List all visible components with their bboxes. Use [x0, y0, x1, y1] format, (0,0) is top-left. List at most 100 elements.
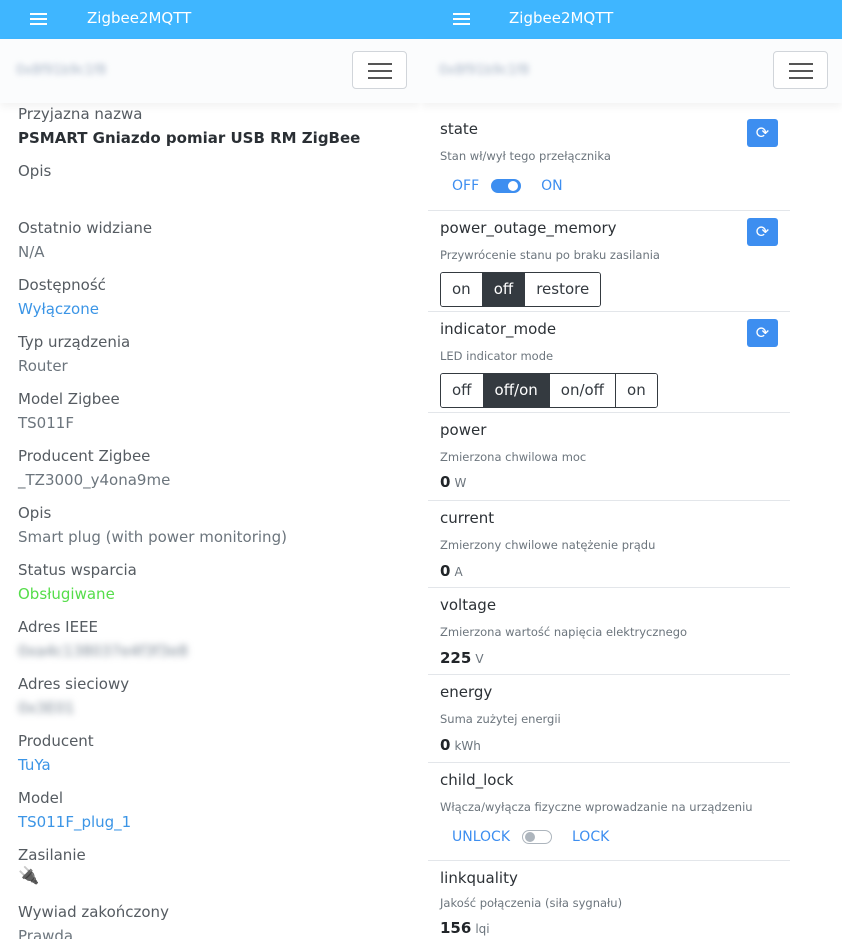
power-outage-memory-options: on off restore [440, 272, 602, 307]
info-label: Model [18, 789, 64, 807]
expose-description: Włącza/wyłącza fizyczne wprowadzanie na … [440, 800, 753, 814]
navbar-toggler-button[interactable] [352, 51, 407, 89]
info-item: Model Zigbee TS011F [18, 388, 411, 445]
app-title[interactable]: Zigbee2MQTT [509, 9, 613, 27]
value-unit: W [454, 476, 467, 490]
value-number: 225 [440, 649, 472, 667]
info-item: Status wsparcia Obsługiwane [18, 559, 411, 616]
exposes-list: state ⟳ Stan wł/wył tego przełącznika OF… [428, 112, 790, 939]
refresh-icon: ⟳ [755, 222, 770, 241]
expose-voltage: voltage Zmierzona wartość napięcia elekt… [428, 588, 790, 675]
info-label: Status wsparcia [18, 561, 137, 579]
value-number: 0 [440, 562, 451, 580]
info-label: Producent Zigbee [18, 447, 151, 465]
expose-name: power [440, 421, 487, 439]
expose-linkquality: linkquality Jakość połączenia (siła sygn… [428, 861, 790, 939]
option-on[interactable]: on [441, 273, 483, 306]
info-value: Smart plug (with power monitoring) [18, 528, 287, 546]
info-item: Dostępność Wyłączone [18, 274, 411, 331]
expose-state: state ⟳ Stan wł/wył tego przełącznika OF… [428, 112, 790, 211]
expose-description: Suma zużytej energii [440, 712, 561, 726]
toggle-switch[interactable] [522, 830, 552, 844]
expose-energy: energy Suma zużytej energii 0 kWh [428, 675, 790, 763]
device-info-list: Przyjazna nazwa PSMART Gniazdo pomiar USB… [18, 103, 411, 939]
info-value: PSMART Gniazdo pomiar USB RM ZigBee [18, 129, 361, 147]
expose-description: Jakość połączenia (siła sygnału) [440, 896, 623, 910]
expose-value: 0W [440, 473, 466, 491]
value-unit: V [475, 652, 484, 666]
info-item: Opis [18, 160, 411, 217]
switch-off-label[interactable]: UNLOCK [452, 829, 510, 845]
expose-name: indicator_mode [440, 320, 557, 338]
top-navbar: Zigbee2MQTT [0, 0, 421, 39]
info-label: Ostatnio widziane [18, 219, 153, 237]
value-unit: A [454, 565, 463, 579]
info-item: Producent TuYa [18, 730, 411, 787]
info-value[interactable]: TuYa [18, 756, 51, 774]
refresh-icon: ⟳ [755, 123, 770, 142]
info-item: Ostatnio widziane N/A [18, 217, 411, 274]
value-unit: kWh [454, 739, 481, 753]
refresh-button[interactable]: ⟳ [747, 119, 778, 147]
child-lock-switch[interactable]: UNLOCK LOCK [452, 829, 609, 845]
switch-off-label[interactable]: OFF [452, 178, 479, 194]
option-on[interactable]: on [616, 374, 657, 407]
info-value: Prawda [18, 927, 74, 939]
option-on-off[interactable]: on/off [549, 374, 617, 407]
expose-description: Zmierzony chwilowe natężenie prądu [440, 538, 656, 552]
expose-description: Zmierzona chwilowa moc [440, 450, 587, 464]
toggle-knob [525, 832, 535, 842]
switch-on-label[interactable]: ON [541, 178, 563, 194]
device-header-name: 0x8f91b9c1f8 [439, 63, 530, 78]
expose-value: 156 lqi [440, 919, 490, 937]
value-number: 0 [440, 736, 451, 754]
menu-icon[interactable] [30, 13, 47, 25]
info-value: Router [18, 357, 68, 375]
indicator-mode-options: off off/on on/off on [440, 373, 658, 408]
info-item: Adres sieciowy 0x3E01 [18, 673, 411, 730]
info-label: Adres IEEE [18, 618, 99, 636]
power-plug-icon: 🔌 [18, 866, 40, 886]
toggle-knob [508, 181, 519, 191]
info-value: 0x3E01 [18, 699, 75, 717]
info-label: Opis [18, 162, 52, 180]
expose-description: Zmierzona wartość napięcia elektrycznego [440, 625, 688, 639]
expose-child-lock: child_lock Włącza/wyłącza fizyczne wprow… [428, 763, 790, 861]
toggle-switch[interactable] [491, 179, 522, 193]
info-value[interactable]: Wyłączone [18, 300, 99, 318]
device-header-bar: 0x8f91b9c1f8 [0, 39, 421, 103]
info-label: Producent [18, 732, 94, 750]
expose-current: current Zmierzony chwilowe natężenie prą… [428, 501, 790, 588]
navbar-toggler-button[interactable] [773, 51, 828, 89]
menu-icon[interactable] [453, 13, 470, 25]
info-label: Model Zigbee [18, 390, 120, 408]
info-item: Typ urządzenia Router [18, 331, 411, 388]
device-exposes-panel: Zigbee2MQTT 0x8f91b9c1f8 state ⟳ Stan wł… [421, 0, 842, 939]
app-title[interactable]: Zigbee2MQTT [87, 9, 191, 27]
info-label: Zasilanie [18, 846, 86, 864]
expose-name: current [440, 509, 495, 527]
option-off-on[interactable]: off/on [483, 374, 550, 407]
info-item: Producent Zigbee _TZ3000_y4ona9me [18, 445, 411, 502]
expose-power: power Zmierzona chwilowa moc 0W [428, 413, 790, 501]
expose-description: LED indicator mode [440, 349, 554, 363]
option-restore[interactable]: restore [525, 273, 601, 306]
expose-name: power_outage_memory [440, 219, 617, 237]
info-label: Opis [18, 504, 52, 522]
value-number: 156 [440, 919, 472, 937]
info-value[interactable]: TS011F_plug_1 [18, 813, 131, 831]
value-unit: lqi [475, 922, 490, 936]
state-switch[interactable]: OFF ON [452, 178, 563, 194]
info-value: Obsługiwane [18, 585, 115, 603]
expose-description: Przywrócenie stanu po braku zasilania [440, 248, 660, 262]
option-off[interactable]: off [482, 273, 526, 306]
refresh-button[interactable]: ⟳ [747, 319, 778, 347]
info-label: Wywiad zakończony [18, 903, 169, 921]
refresh-button[interactable]: ⟳ [747, 218, 778, 246]
option-off[interactable]: off [441, 374, 484, 407]
switch-on-label[interactable]: LOCK [572, 829, 609, 845]
expose-value: 0A [440, 562, 463, 580]
refresh-icon: ⟳ [755, 323, 770, 342]
info-value: 0xa4c138037e4f3f3e8 [18, 642, 188, 660]
expose-name: linkquality [440, 869, 518, 887]
